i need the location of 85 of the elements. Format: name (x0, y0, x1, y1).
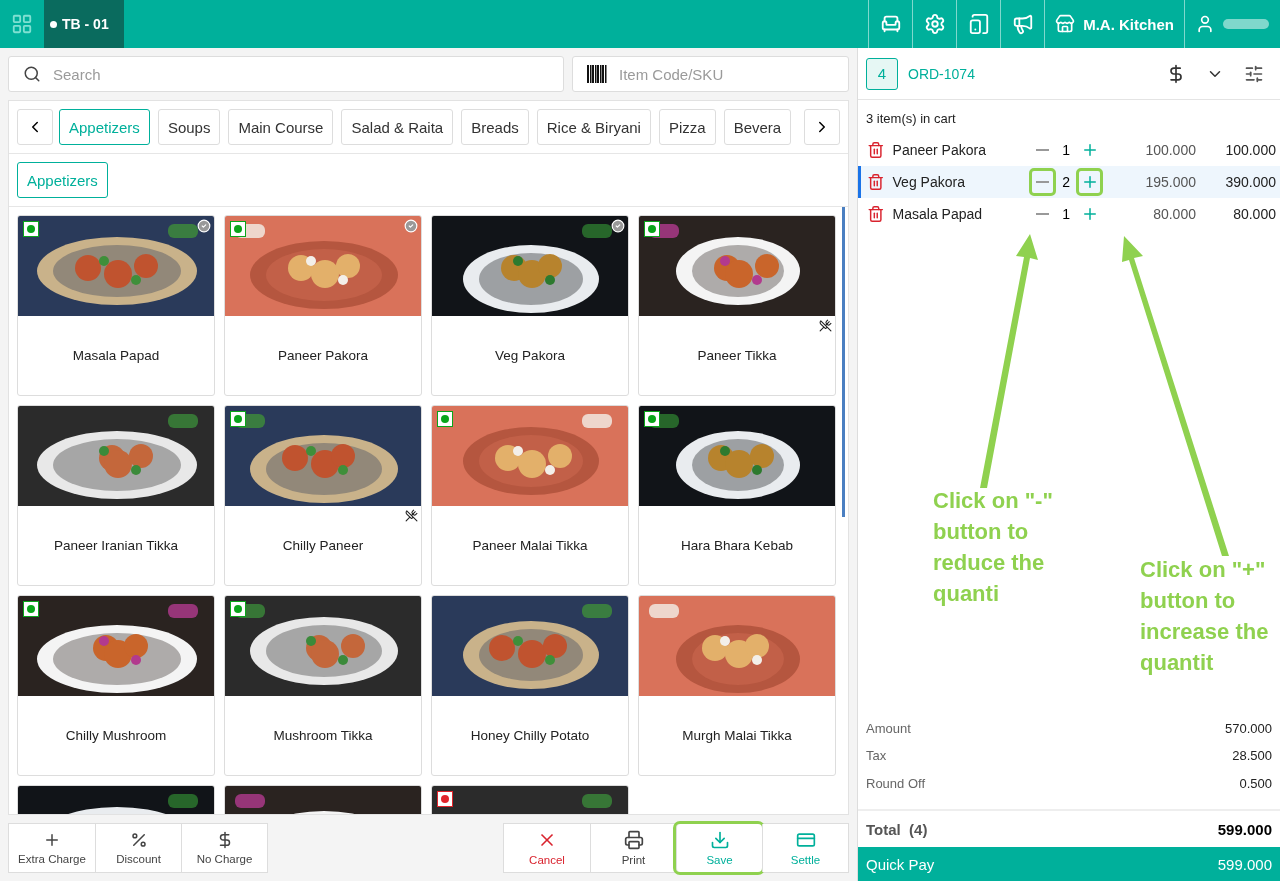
scrollbar[interactable] (842, 207, 845, 517)
summary-label: Amount (866, 720, 911, 736)
user-name-redacted (1223, 19, 1269, 29)
sku-input[interactable]: Item Code/SKU (617, 64, 834, 84)
megaphone-icon[interactable] (1011, 13, 1034, 35)
minus-icon (1036, 181, 1050, 183)
menu-item-card[interactable]: Hara Bhara Kebab (638, 405, 836, 586)
cart-item-name: Veg Pakora (892, 174, 965, 190)
item-name: Veg Pakora (495, 348, 565, 363)
plus-icon (43, 831, 61, 849)
line-total: 80.000 (1233, 206, 1276, 222)
item-name: Paneer Pakora (277, 348, 369, 363)
increase-button[interactable] (1076, 168, 1104, 196)
summary-label: Round Off (866, 775, 926, 791)
delete-icon[interactable] (867, 173, 885, 191)
item-name: Hara Bhara Kebab (681, 538, 793, 553)
quantity: 1 (1062, 206, 1071, 222)
item-name: Mushroom Tikka (273, 728, 373, 743)
item-name: Murgh Malai Tikka (682, 728, 792, 743)
line-total: 390.000 (1225, 174, 1276, 190)
category-tab[interactable]: Main Course (228, 109, 334, 145)
menu-item-card[interactable]: Murgh Malai Tikka (638, 595, 836, 776)
user-icon[interactable] (1195, 14, 1215, 34)
sku-field[interactable]: Item Code/SKU (572, 56, 849, 92)
apps-icon[interactable] (11, 13, 33, 35)
summary-value: 0.500 (1239, 775, 1272, 791)
menu-item-card[interactable]: Honey Chilly Potato (431, 595, 629, 776)
table-tab[interactable]: TB - 01 (44, 0, 124, 48)
percent-icon (129, 831, 148, 849)
category-tab[interactable]: Rice & Biryani (536, 109, 651, 145)
summary-value: 570.000 (1225, 720, 1272, 736)
category-tab[interactable]: Bevera (723, 109, 792, 145)
search-field[interactable]: Search (8, 56, 564, 92)
item-name: Chilly Mushroom (65, 728, 167, 743)
unit-price: 195.000 (1145, 174, 1197, 190)
sliders-icon[interactable] (1244, 63, 1264, 84)
search-icon (23, 65, 41, 83)
total-value: 599.000 (1217, 820, 1272, 838)
card-icon (795, 830, 816, 850)
minus-icon (1036, 149, 1050, 151)
barcode-icon (587, 64, 607, 84)
item-name: Paneer Tikka (697, 348, 777, 363)
item-name: Paneer Iranian Tikka (54, 538, 178, 553)
menu-item-card[interactable]: Paneer Tikka (638, 215, 836, 396)
scroll-left-button[interactable] (17, 109, 53, 145)
cart-item-name: Paneer Pakora (892, 142, 986, 158)
delete-icon[interactable] (867, 141, 885, 159)
menu-item-card[interactable]: Masala Papad (17, 215, 215, 396)
annotation-text: Click on "+" button to increase the quantit (1140, 556, 1270, 677)
menu-item-card[interactable]: Chilly Paneer (224, 405, 422, 586)
line-total: 100.000 (1225, 142, 1276, 158)
unit-price: 100.000 (1145, 142, 1196, 158)
menu-item-card[interactable]: Chilly Mushroom (17, 595, 215, 776)
printer-icon (623, 830, 644, 850)
search-input[interactable]: Search (51, 64, 549, 84)
total-label: Total (4) (866, 820, 928, 838)
summary-label: Tax (866, 748, 887, 764)
menu-item-card[interactable]: Veg Pakora (431, 215, 629, 396)
item-name: Masala Papad (72, 348, 160, 363)
menu-item-card[interactable]: Paneer Malai Tikka (431, 405, 629, 586)
download-icon (709, 830, 730, 850)
cart-row[interactable]: Veg Pakora 2 195.000 390.000 (858, 166, 1280, 198)
quantity: 2 (1062, 174, 1071, 190)
item-name: Chilly Paneer (282, 538, 364, 553)
annotation-text: Click on "-" button to reduce the quanti (933, 487, 1053, 608)
category-tab[interactable]: Breads (461, 109, 529, 145)
settings-icon[interactable] (923, 13, 946, 35)
unit-price: 80.000 (1153, 206, 1196, 222)
minus-icon (1036, 213, 1050, 215)
menu-item-card[interactable]: Paneer Iranian Tikka (17, 405, 215, 586)
store-icon[interactable] (1055, 14, 1076, 34)
category-tab[interactable]: Pizza (658, 109, 716, 145)
device-icon[interactable] (967, 13, 990, 35)
summary-value: 28.500 (1232, 748, 1272, 764)
menu-item-card[interactable]: Paneer Pakora (224, 215, 422, 396)
scroll-right-button[interactable] (804, 109, 840, 145)
quantity: 1 (1062, 142, 1071, 158)
category-tab[interactable]: Salad & Raita (341, 109, 454, 145)
item-name: Honey Chilly Potato (470, 728, 590, 743)
cart-count: 3 item(s) in cart (866, 111, 956, 126)
item-name: Paneer Malai Tikka (472, 538, 588, 553)
menu-item-card[interactable]: Mushroom Tikka (224, 595, 422, 776)
category-tab[interactable]: Soups (157, 109, 221, 145)
delete-icon[interactable] (867, 205, 885, 223)
cart-item-name: Masala Papad (892, 206, 983, 222)
